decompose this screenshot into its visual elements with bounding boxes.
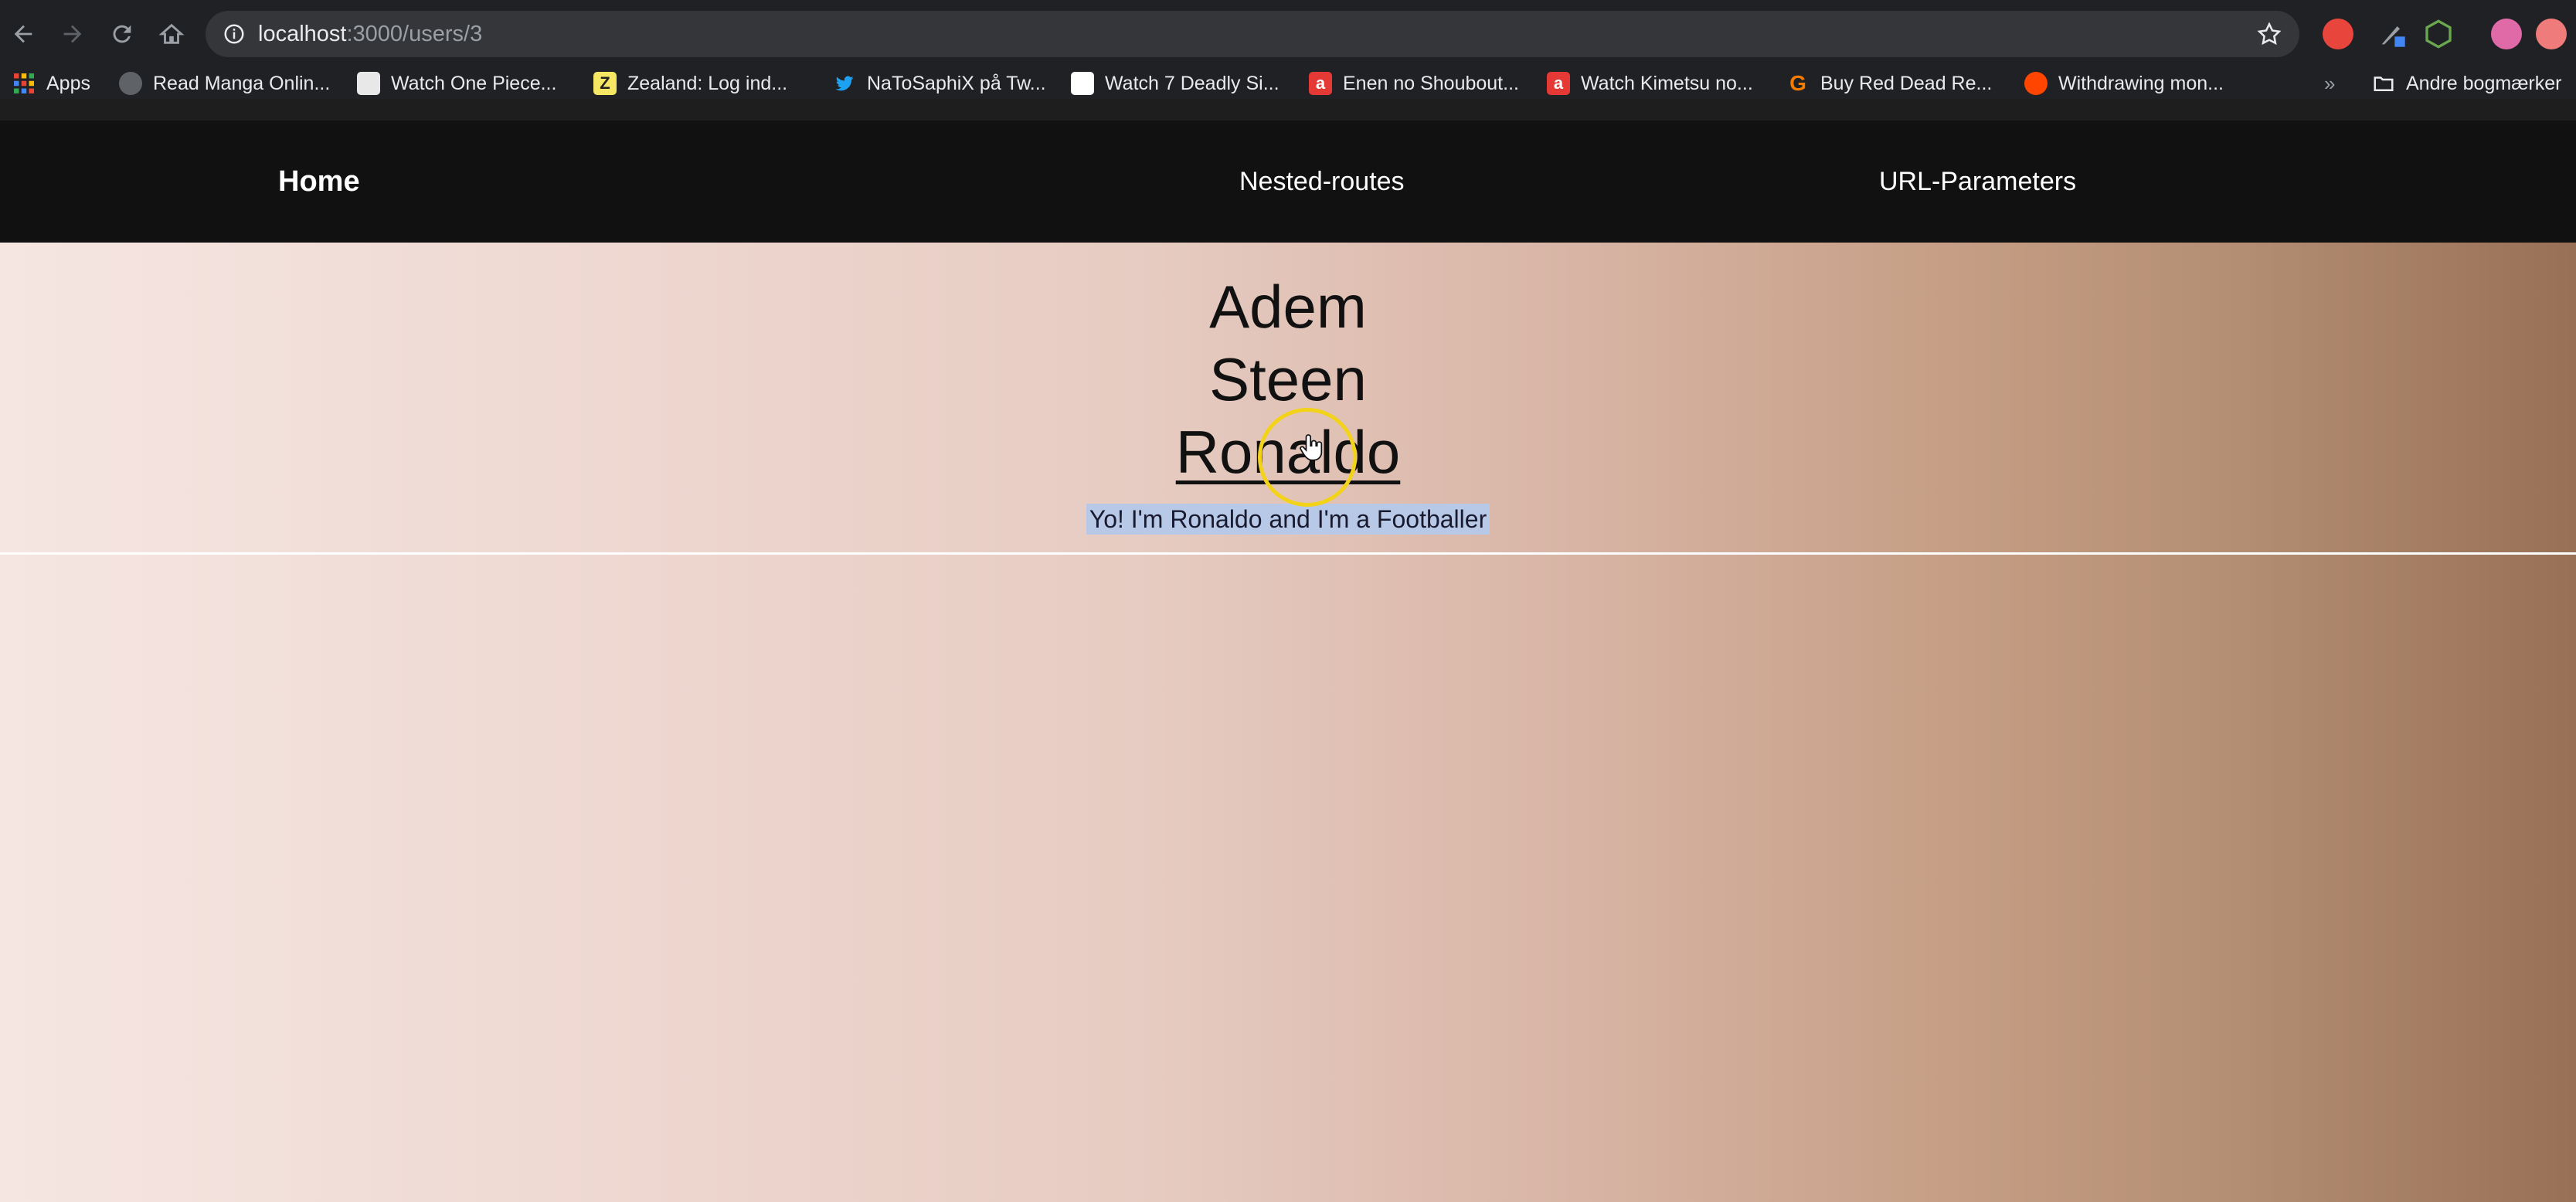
avatar-icon[interactable] (2491, 19, 2522, 49)
forward-button[interactable] (56, 17, 90, 51)
bookmark-star-icon[interactable] (2256, 21, 2282, 47)
nav-url-parameters-link[interactable]: URL-Parameters (1879, 121, 2076, 243)
bookmark-one-piece[interactable]: Watch One Piece... (357, 68, 556, 99)
bookmark-label: Zealand: Log ind... (627, 72, 788, 94)
bookmark-apps[interactable]: Apps (12, 68, 90, 99)
reddit-favicon (2024, 72, 2048, 95)
seven-deadly-favicon (1071, 72, 1094, 95)
user-link-steen[interactable]: Steen (0, 343, 2576, 416)
browser-toolbar: localhost:3000/users/3 (0, 0, 2576, 68)
zealand-favicon: Z (593, 72, 617, 95)
bookmark-label: Watch One Piece... (391, 72, 557, 94)
bookmark-reddit[interactable]: Withdrawing mon... (2024, 68, 2224, 99)
info-icon[interactable] (223, 22, 246, 46)
nodejs-extension-icon[interactable] (2423, 19, 2454, 49)
url-text[interactable]: localhost:3000/users/3 (258, 11, 482, 57)
bookmark-label: Watch Kimetsu no... (1581, 72, 1753, 94)
user-bio: Yo! I'm Ronaldo and I'm a Footballer (0, 504, 2576, 535)
globe-icon (119, 72, 142, 95)
back-arrow-icon (14, 25, 32, 43)
animelab-favicon: a (1309, 72, 1332, 95)
bookmarks-bar: Apps Read Manga Onlin... Watch One Piece… (0, 68, 2576, 99)
bookmark-red-dead[interactable]: G Buy Red Dead Re... (1786, 68, 1992, 99)
nav-nested-routes-link[interactable]: Nested-routes (1239, 121, 1405, 243)
extension-icon[interactable] (2323, 19, 2353, 49)
bookmark-twitter[interactable]: NaToSaphiX på Tw... (833, 68, 1046, 99)
bookmark-label: Withdrawing mon... (2058, 72, 2224, 94)
bookmark-label: Watch 7 Deadly Si... (1105, 72, 1280, 94)
profile-icon[interactable] (2536, 19, 2567, 49)
one-piece-favicon (357, 72, 380, 95)
other-bookmarks-folder[interactable]: Andre bogmærker (2372, 68, 2561, 99)
other-bookmarks-label: Andre bogmærker (2406, 72, 2562, 94)
pen-extension-icon[interactable] (2377, 19, 2408, 49)
animelab-favicon: a (1547, 72, 1570, 95)
folder-icon (2372, 72, 2395, 95)
bookmark-label: Buy Red Dead Re... (1820, 72, 1993, 94)
reload-icon (113, 25, 131, 43)
twitter-bird-icon (833, 72, 856, 95)
address-bar[interactable]: localhost:3000/users/3 (206, 11, 2299, 57)
hand-cursor-icon (1300, 434, 1323, 461)
bookmark-enen[interactable]: a Enen no Shoubout... (1309, 68, 1519, 99)
home-icon (158, 23, 185, 44)
g2a-favicon: G (1789, 71, 1806, 95)
app-navbar: Home Nested-routes URL-Parameters (0, 121, 2576, 243)
bookmark-kimetsu[interactable]: a Watch Kimetsu no... (1547, 68, 1753, 99)
bookmark-label: Enen no Shoubout... (1343, 72, 1519, 94)
bookmark-zealand[interactable]: Z Zealand: Log ind... (593, 68, 787, 99)
bookmark-label: Apps (46, 72, 90, 94)
forward-arrow-icon (63, 25, 82, 43)
home-button[interactable] (155, 17, 189, 51)
reload-button[interactable] (105, 17, 139, 51)
page-content: Adem Steen Ronaldo Yo! I'm Ronaldo and I… (0, 243, 2576, 1202)
back-button[interactable] (6, 17, 40, 51)
user-bio-text: Yo! I'm Ronaldo and I'm a Footballer (1086, 504, 1490, 535)
bookmark-label: NaToSaphiX på Tw... (867, 72, 1046, 94)
horizontal-rule (0, 552, 2576, 555)
url-path: :3000/users/3 (346, 22, 483, 46)
bookmark-read-manga[interactable]: Read Manga Onlin... (119, 68, 330, 99)
bookmarks-overflow-button[interactable]: » (2324, 68, 2335, 99)
user-link-adem[interactable]: Adem (0, 270, 2576, 343)
bookmark-label: Read Manga Onlin... (153, 72, 331, 94)
apps-grid-icon (12, 72, 36, 95)
url-host: localhost (258, 22, 347, 46)
bookmark-seven-deadly[interactable]: Watch 7 Deadly Si... (1071, 68, 1280, 99)
nav-home-link[interactable]: Home (278, 121, 360, 243)
